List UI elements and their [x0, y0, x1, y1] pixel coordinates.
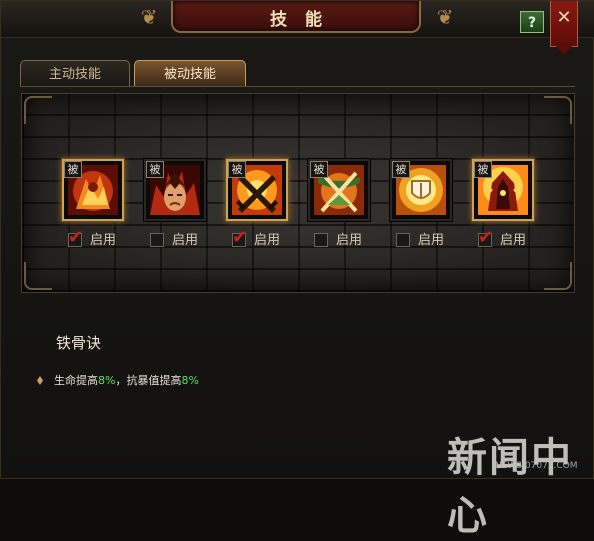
window-title: 技能 [270, 10, 340, 30]
enable-label: 启用 [172, 233, 199, 248]
enable-checkbox[interactable] [396, 233, 410, 247]
close-icon[interactable]: ✕ [551, 7, 577, 28]
title-bar: ❦ 技能 ❦ ? ✕ [1, 1, 594, 55]
skill-name: 铁骨诀 [56, 334, 102, 352]
passive-badge: 被 [146, 161, 164, 178]
passive-badge: 被 [64, 161, 82, 178]
skill-slot-3[interactable]: 被 [226, 159, 288, 221]
title-plate: 技能 [171, 1, 421, 33]
skill-window: ❦ 技能 ❦ ? ✕ 主动技能 被动技能 被 被 被 被 被 被 ✔ 启用 启用… [0, 0, 594, 539]
enable-checkbox[interactable] [232, 227, 247, 248]
passive-badge: 被 [392, 161, 410, 178]
skill-slot-5[interactable]: 被 [390, 159, 452, 221]
enable-label: 启用 [418, 233, 445, 248]
corner-ornament-icon [24, 96, 52, 124]
skill-slot-4[interactable]: 被 [308, 159, 370, 221]
enable-checkbox[interactable] [68, 227, 83, 248]
effect-value: 8% [181, 374, 199, 387]
enable-checkbox[interactable] [150, 233, 164, 247]
watermark-url: NEWS.07073.COM [495, 461, 578, 471]
skill-slot-1[interactable]: 被 [62, 159, 124, 221]
enable-label: 启用 [500, 233, 527, 248]
help-button[interactable]: ? [520, 11, 544, 33]
enable-checkbox[interactable] [314, 233, 328, 247]
skill-slot-6[interactable]: 被 [472, 159, 534, 221]
passive-badge: 被 [310, 161, 328, 178]
close-button[interactable]: ✕ [550, 1, 578, 55]
skill-slot-2[interactable]: 被 [144, 159, 206, 221]
enable-label: 启用 [254, 233, 281, 248]
corner-ornament-icon [24, 262, 52, 290]
enable-label: 启用 [336, 233, 363, 248]
tab-active-skills[interactable]: 主动技能 [20, 60, 130, 87]
passive-badge: 被 [474, 161, 492, 178]
scroll-ornament-left-icon: ❦ [140, 5, 158, 29]
tab-divider [20, 86, 575, 87]
corner-ornament-icon [544, 262, 572, 290]
passive-badge: 被 [228, 161, 246, 178]
corner-ornament-icon [544, 96, 572, 124]
enable-label: 启用 [90, 233, 117, 248]
effect-part: 生命提高 [54, 374, 98, 387]
effect-value: 8% [98, 374, 116, 387]
tab-passive-skills[interactable]: 被动技能 [134, 60, 246, 87]
diamond-bullet-icon [37, 376, 43, 385]
effect-part: ，抗暴值提高 [115, 374, 182, 387]
watermark-logo: 新闻中心 [447, 435, 573, 539]
skill-effect-text: 生命提高8%，抗暴值提高8% [54, 372, 199, 388]
scroll-ornament-right-icon: ❦ [436, 5, 454, 29]
enable-checkbox[interactable] [478, 227, 493, 248]
